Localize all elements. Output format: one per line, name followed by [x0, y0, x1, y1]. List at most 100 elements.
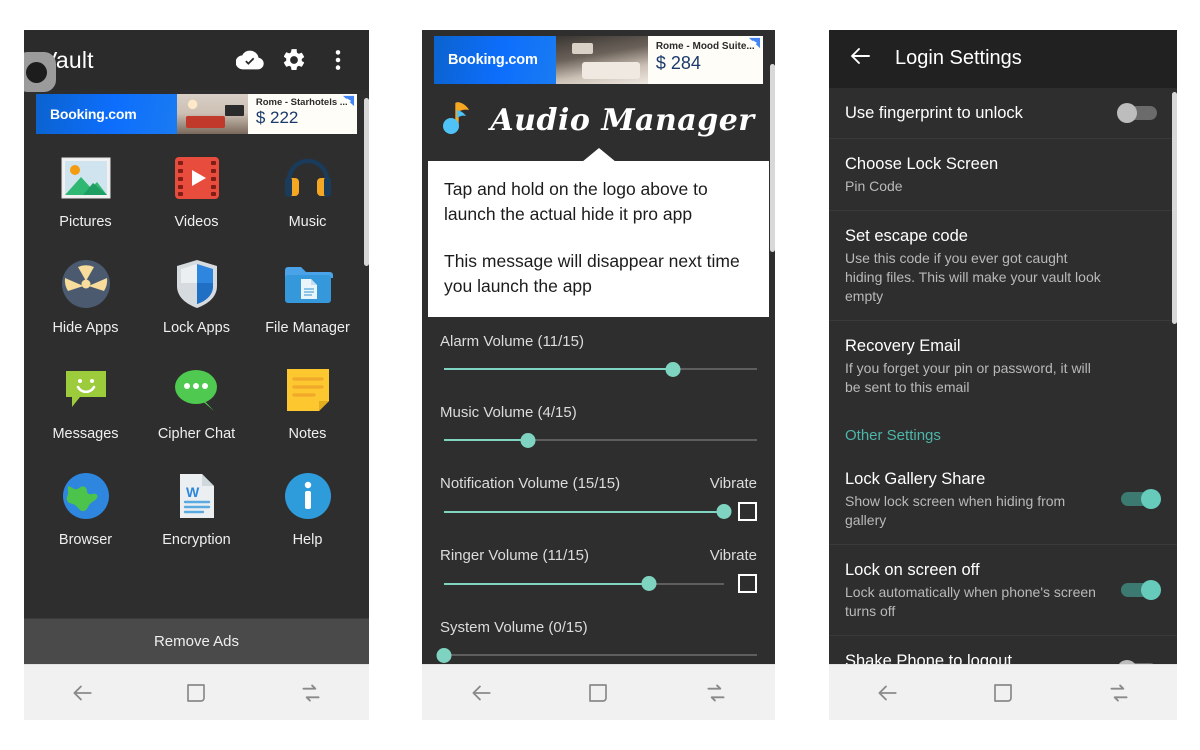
slider-label: Alarm Volume (11/15)	[440, 333, 584, 350]
app-cell-help[interactable]: Help	[252, 470, 363, 548]
app-cell-music[interactable]: Music	[252, 152, 363, 230]
home-nav-icon[interactable]	[184, 681, 208, 705]
slider-label: Ringer Volume (11/15)	[440, 547, 589, 564]
row-title: Set escape code	[845, 226, 968, 245]
app-label: File Manager	[265, 320, 350, 336]
slider-label: Notification Volume (15/15)	[440, 475, 621, 492]
audio-manager-logo[interactable]: Audio Manager	[422, 84, 775, 153]
row-title: Shake Phone to logout	[845, 651, 1012, 664]
slider-block-system: System Volume (0/15)	[436, 619, 757, 664]
app-label: Pictures	[59, 214, 112, 230]
row-title: Lock Gallery Share	[845, 469, 986, 488]
section-header-other-settings: Other Settings	[845, 426, 941, 444]
home-nav-icon[interactable]	[586, 681, 610, 705]
row-use-fingerprint[interactable]: Use fingerprint to unlock	[829, 88, 1177, 139]
app-cell-lock-apps[interactable]: Lock Apps	[141, 258, 252, 336]
row-title: Use fingerprint to unlock	[845, 103, 1023, 122]
row-lock-on-screen-off[interactable]: Lock on screen off Lock automatically wh…	[829, 545, 1177, 636]
phone-panel-vault: Vault Booking.com Rome - Starhotels ... …	[24, 30, 369, 720]
browser-icon	[60, 470, 112, 522]
app-cell-cipher-chat[interactable]: Cipher Chat	[141, 364, 252, 442]
app-cell-file-manager[interactable]: File Manager	[252, 258, 363, 336]
back-arrow-icon[interactable]	[847, 44, 873, 73]
gear-icon[interactable]	[277, 43, 311, 77]
notification-volume-slider[interactable]	[444, 503, 732, 521]
ad-photo	[555, 36, 648, 84]
svg-text:W: W	[186, 484, 200, 500]
back-nav-icon[interactable]	[468, 680, 494, 706]
row-subtitle: Use this code if you ever got caught hid…	[845, 249, 1101, 304]
shake-phone-toggle[interactable]	[1117, 659, 1161, 664]
help-icon	[282, 470, 334, 522]
messages-icon	[60, 364, 112, 416]
encryption-icon: W	[171, 470, 223, 522]
remove-ads-button[interactable]: Remove Ads	[24, 618, 369, 664]
app-label: Help	[292, 532, 323, 548]
row-lock-gallery-share[interactable]: Lock Gallery Share Show lock screen when…	[829, 454, 1177, 545]
ringer-vibrate-checkbox[interactable]	[738, 574, 757, 593]
slider-label: Music Volume (4/15)	[440, 404, 577, 421]
app-cell-hide-apps[interactable]: Hide Apps	[30, 258, 141, 336]
cipher-chat-icon	[171, 364, 223, 416]
ad-banner-audio[interactable]: Booking.com Rome - Mood Suite... $ 284	[434, 36, 763, 84]
recents-nav-icon[interactable]	[1106, 680, 1132, 706]
ad-brand-text: Booking.com	[50, 106, 137, 122]
system-volume-slider[interactable]	[436, 646, 757, 664]
row-subtitle: Pin Code	[845, 177, 903, 194]
lock-on-screen-off-toggle[interactable]	[1117, 579, 1161, 600]
login-settings-scrollbar[interactable]	[1172, 91, 1177, 324]
audio-scrollbar[interactable]	[770, 64, 775, 252]
notification-vibrate-checkbox[interactable]	[738, 502, 757, 521]
recents-nav-icon[interactable]	[298, 680, 324, 706]
row-subtitle: If you forget your pin or password, it w…	[845, 359, 1091, 395]
ringer-volume-slider[interactable]	[444, 575, 724, 593]
home-nav-icon[interactable]	[991, 681, 1015, 705]
audio-body: Booking.com Rome - Mood Suite... $ 284 A…	[422, 30, 775, 664]
back-nav-icon[interactable]	[69, 680, 95, 706]
row-shake-phone-to-logout[interactable]: Shake Phone to logout	[829, 636, 1177, 664]
vault-scrollbar[interactable]	[364, 98, 369, 266]
row-recovery-email[interactable]: Recovery Email If you forget your pin or…	[829, 321, 1177, 411]
app-cell-messages[interactable]: Messages	[30, 364, 141, 442]
back-nav-icon[interactable]	[874, 680, 900, 706]
login-settings-body: Use fingerprint to unlock Choose Lock Sc…	[829, 87, 1177, 664]
row-set-escape-code[interactable]: Set escape code Use this code if you eve…	[829, 211, 1177, 321]
pictures-icon	[60, 152, 112, 204]
ad-headline: Rome - Mood Suite...	[655, 41, 755, 52]
app-cell-encryption[interactable]: W Encryption	[141, 470, 252, 548]
overflow-menu-icon[interactable]	[321, 43, 355, 77]
floating-dot-overlay[interactable]	[24, 52, 56, 92]
android-navbar-login	[829, 664, 1177, 720]
app-label: Browser	[58, 532, 113, 548]
fingerprint-toggle[interactable]	[1117, 102, 1161, 123]
row-title: Choose Lock Screen	[845, 154, 999, 173]
row-title: Recovery Email	[845, 336, 961, 355]
slider-block-ringer: Ringer Volume (11/15) Vibrate	[440, 547, 757, 593]
music-volume-slider[interactable]	[444, 431, 757, 449]
ad-copy: Rome - Starhotels ... $ 222	[247, 94, 357, 134]
app-cell-videos[interactable]: Videos	[141, 152, 252, 230]
ad-price: $ 284	[655, 53, 701, 73]
android-navbar-audio	[422, 664, 775, 720]
row-choose-lock-screen[interactable]: Choose Lock Screen Pin Code	[829, 139, 1177, 211]
app-cell-pictures[interactable]: Pictures	[30, 152, 141, 230]
ad-headline: Rome - Starhotels ...	[255, 97, 348, 108]
videos-icon	[171, 152, 223, 204]
lock-gallery-share-toggle[interactable]	[1117, 488, 1161, 509]
ad-banner-vault[interactable]: Booking.com Rome - Starhotels ... $ 222	[36, 94, 357, 134]
recents-nav-icon[interactable]	[703, 680, 729, 706]
adchoices-icon[interactable]	[748, 37, 761, 49]
adchoices-icon[interactable]	[342, 95, 355, 107]
ad-photo	[177, 94, 248, 134]
alarm-volume-slider[interactable]	[444, 360, 757, 378]
app-cell-notes[interactable]: Notes	[252, 364, 363, 442]
slider-label: System Volume (0/15)	[440, 619, 588, 636]
row-subtitle: Lock automatically when phone's screen t…	[845, 583, 1096, 619]
app-cell-browser[interactable]: Browser	[30, 470, 141, 548]
file-manager-icon	[282, 258, 334, 310]
vault-body: Booking.com Rome - Starhotels ... $ 222 …	[24, 90, 369, 664]
cloud-check-icon[interactable]	[233, 43, 267, 77]
ad-brand-logo: Booking.com	[36, 94, 178, 134]
app-label: Hide Apps	[52, 320, 119, 336]
row-subtitle: Show lock screen when hiding from galler…	[845, 492, 1066, 528]
